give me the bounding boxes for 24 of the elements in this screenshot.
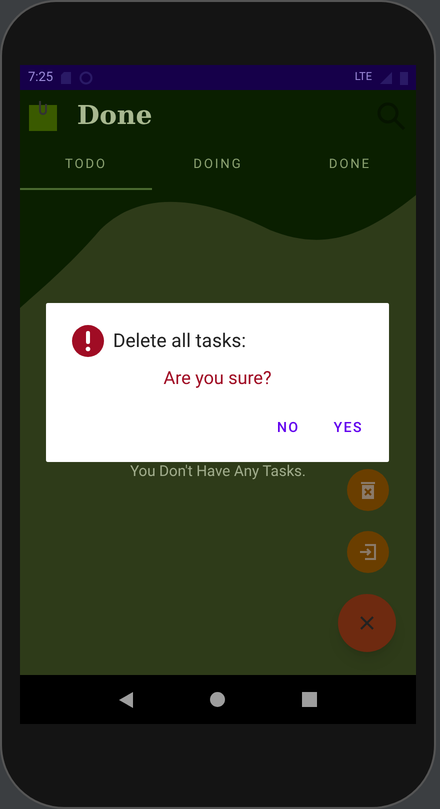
status-time: 7:25 xyxy=(28,68,54,87)
signal-icon xyxy=(380,72,392,84)
trash-icon xyxy=(361,481,375,499)
app-title: Done xyxy=(77,100,152,132)
export-fab[interactable] xyxy=(347,531,389,573)
back-icon[interactable] xyxy=(118,692,133,708)
delete-all-fab[interactable] xyxy=(347,469,389,511)
sd-card-icon xyxy=(61,72,72,84)
network-label: LTE xyxy=(354,69,372,86)
note-icon xyxy=(29,101,57,131)
dialog-title: Delete all tasks: xyxy=(113,328,246,354)
close-icon xyxy=(360,616,374,630)
dialog-button[interactable]: NO xyxy=(266,412,310,445)
dialog-button[interactable]: YES xyxy=(324,412,373,445)
alert-icon xyxy=(72,325,104,357)
tab[interactable]: DOING xyxy=(152,142,284,190)
sync-icon xyxy=(79,70,94,84)
tab[interactable]: DONE xyxy=(284,142,416,190)
empty-message: You Don't Have Any Tasks. xyxy=(130,461,306,482)
recents-icon[interactable] xyxy=(302,692,318,707)
login-icon xyxy=(359,543,377,561)
home-icon[interactable] xyxy=(210,692,225,707)
battery-icon xyxy=(400,70,408,84)
dialog-message: Are you sure? xyxy=(164,367,272,391)
